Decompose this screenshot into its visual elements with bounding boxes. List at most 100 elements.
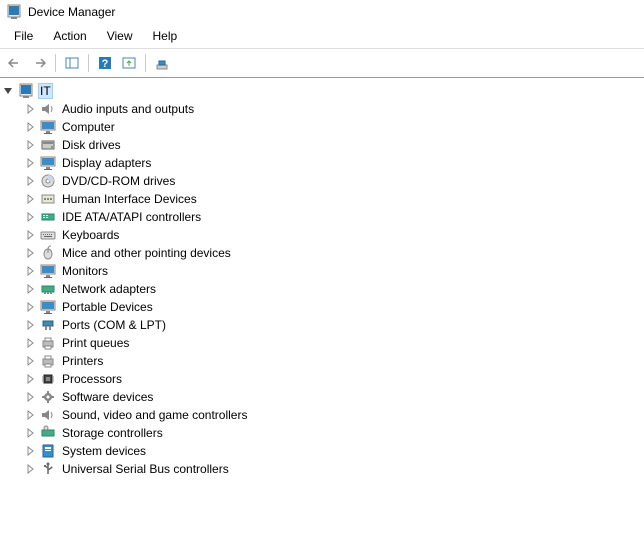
tree-item[interactable]: Portable Devices xyxy=(0,298,644,316)
printer-icon xyxy=(40,335,56,351)
speaker-icon xyxy=(40,407,56,423)
tree-item-label[interactable]: Keyboards xyxy=(60,228,121,242)
expand-arrow-icon[interactable] xyxy=(24,355,36,367)
mouse-icon xyxy=(40,245,56,261)
expand-arrow-icon[interactable] xyxy=(24,373,36,385)
monitor-icon xyxy=(40,299,56,315)
tree-item-label[interactable]: Print queues xyxy=(60,336,131,350)
tree-item-label[interactable]: System devices xyxy=(60,444,148,458)
toolbar-separator xyxy=(145,54,146,72)
tree-item-label[interactable]: Human Interface Devices xyxy=(60,192,199,206)
tree-item[interactable]: Disk drives xyxy=(0,136,644,154)
port-icon xyxy=(40,317,56,333)
tree-item[interactable]: Mice and other pointing devices xyxy=(0,244,644,262)
tree-item[interactable]: Audio inputs and outputs xyxy=(0,100,644,118)
tree-item-label[interactable]: Ports (COM & LPT) xyxy=(60,318,168,332)
expand-arrow-icon[interactable] xyxy=(24,157,36,169)
monitor-icon xyxy=(40,155,56,171)
tree-item-label[interactable]: Disk drives xyxy=(60,138,123,152)
tree-item-label[interactable]: Monitors xyxy=(60,264,110,278)
menubar: File Action View Help xyxy=(0,24,644,49)
toolbar-properties-button[interactable] xyxy=(151,52,173,74)
app-icon xyxy=(6,4,22,20)
expand-arrow-icon[interactable] xyxy=(24,463,36,475)
expand-arrow-icon[interactable] xyxy=(24,283,36,295)
expand-arrow-icon[interactable] xyxy=(24,337,36,349)
tree-item[interactable]: IDE ATA/ATAPI controllers xyxy=(0,208,644,226)
tree-item[interactable]: System devices xyxy=(0,442,644,460)
expand-arrow-icon[interactable] xyxy=(24,427,36,439)
tree-item-label[interactable]: Printers xyxy=(60,354,105,368)
tree-item-label[interactable]: Display adapters xyxy=(60,156,153,170)
window-title: Device Manager xyxy=(28,5,115,19)
expand-arrow-icon[interactable] xyxy=(24,229,36,241)
expand-arrow-icon[interactable] xyxy=(24,193,36,205)
tree-item[interactable]: Universal Serial Bus controllers xyxy=(0,460,644,478)
menu-file[interactable]: File xyxy=(4,26,43,46)
menu-help[interactable]: Help xyxy=(143,26,188,46)
tree-item-label[interactable]: Sound, video and game controllers xyxy=(60,408,249,422)
ide-icon xyxy=(40,209,56,225)
tree-item-label[interactable]: Processors xyxy=(60,372,124,386)
expand-arrow-icon[interactable] xyxy=(24,121,36,133)
tree-item-label[interactable]: Audio inputs and outputs xyxy=(60,102,196,116)
tree-item[interactable]: Processors xyxy=(0,370,644,388)
toolbar-forward-button[interactable] xyxy=(28,52,50,74)
tree-item[interactable]: DVD/CD-ROM drives xyxy=(0,172,644,190)
device-tree: IT Audio inputs and outputs Computer Disk … xyxy=(0,78,644,558)
tree-root[interactable]: IT xyxy=(0,82,644,100)
gear-icon xyxy=(40,389,56,405)
root-label[interactable]: IT xyxy=(38,83,53,99)
menu-view[interactable]: View xyxy=(97,26,143,46)
storage-icon xyxy=(40,425,56,441)
toolbar-back-button[interactable] xyxy=(4,52,26,74)
expand-arrow-icon[interactable] xyxy=(24,319,36,331)
expand-arrow-icon[interactable] xyxy=(24,139,36,151)
tree-item[interactable]: Keyboards xyxy=(0,226,644,244)
tree-item[interactable]: Network adapters xyxy=(0,280,644,298)
chip-icon xyxy=(40,371,56,387)
dvd-icon xyxy=(40,173,56,189)
tree-item[interactable]: Human Interface Devices xyxy=(0,190,644,208)
monitor-icon xyxy=(40,263,56,279)
tree-item-label[interactable]: IDE ATA/ATAPI controllers xyxy=(60,210,203,224)
expand-arrow-icon[interactable] xyxy=(24,175,36,187)
system-icon xyxy=(40,443,56,459)
tree-item-label[interactable]: Network adapters xyxy=(60,282,158,296)
expand-arrow-icon[interactable] xyxy=(24,211,36,223)
tree-item[interactable]: Computer xyxy=(0,118,644,136)
toolbar-refresh-button[interactable] xyxy=(118,52,140,74)
tree-item[interactable]: Printers xyxy=(0,352,644,370)
monitor-icon xyxy=(40,119,56,135)
disk-icon xyxy=(40,137,56,153)
tree-item-label[interactable]: DVD/CD-ROM drives xyxy=(60,174,177,188)
tree-item-label[interactable]: Portable Devices xyxy=(60,300,155,314)
tree-item-label[interactable]: Software devices xyxy=(60,390,155,404)
expand-arrow-icon[interactable] xyxy=(24,247,36,259)
tree-item[interactable]: Software devices xyxy=(0,388,644,406)
expand-arrow-icon[interactable] xyxy=(24,445,36,457)
toolbar-help-button[interactable]: ? xyxy=(94,52,116,74)
speaker-icon xyxy=(40,101,56,117)
expand-arrow-icon[interactable] xyxy=(24,265,36,277)
expand-arrow-icon[interactable] xyxy=(24,409,36,421)
expand-arrow-icon[interactable] xyxy=(24,391,36,403)
tree-item[interactable]: Print queues xyxy=(0,334,644,352)
tree-item[interactable]: Monitors xyxy=(0,262,644,280)
toolbar-separator xyxy=(88,54,89,72)
svg-text:?: ? xyxy=(102,58,109,70)
tree-item-label[interactable]: Mice and other pointing devices xyxy=(60,246,233,260)
toolbar-show-hide-button[interactable] xyxy=(61,52,83,74)
tree-item-label[interactable]: Computer xyxy=(60,120,117,134)
expand-arrow-icon[interactable] xyxy=(24,301,36,313)
menu-action[interactable]: Action xyxy=(43,26,96,46)
expand-arrow-icon[interactable] xyxy=(24,103,36,115)
tree-item[interactable]: Storage controllers xyxy=(0,424,644,442)
tree-item-label[interactable]: Universal Serial Bus controllers xyxy=(60,462,231,476)
tree-item[interactable]: Sound, video and game controllers xyxy=(0,406,644,424)
tree-item[interactable]: Display adapters xyxy=(0,154,644,172)
tree-item-label[interactable]: Storage controllers xyxy=(60,426,165,440)
tree-item[interactable]: Ports (COM & LPT) xyxy=(0,316,644,334)
expand-arrow-icon[interactable] xyxy=(2,85,14,97)
printer-icon xyxy=(40,353,56,369)
